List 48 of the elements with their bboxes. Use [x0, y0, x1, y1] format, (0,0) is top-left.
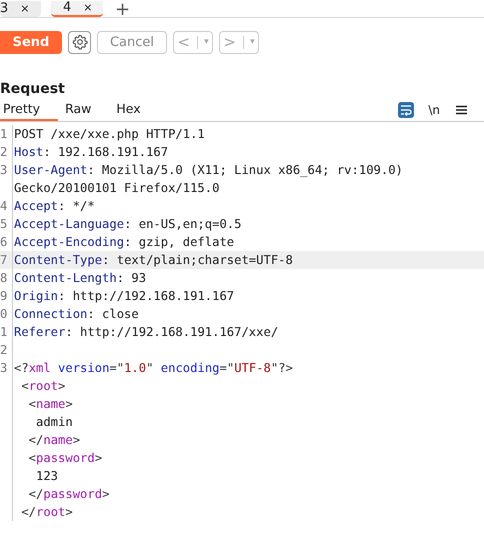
code-line: Content-Length: 93: [14, 271, 146, 285]
view-tab[interactable]: Raw: [62, 99, 110, 121]
code-line: User-Agent: Mozilla/5.0 (X11; Linux x86_64; rv:109.0): [14, 163, 403, 177]
settings-icon: [72, 34, 88, 50]
code-line: Accept-Language: en-US,en;q=0.5: [14, 217, 242, 231]
code-line: </password>: [28, 487, 110, 501]
settings-button[interactable]: [68, 30, 91, 54]
panel-title: Request: [0, 81, 66, 99]
code-line: Origin: http://192.168.191.167: [14, 289, 234, 303]
line-number: 2: [0, 145, 8, 159]
close-icon[interactable]: ×: [20, 3, 30, 15]
line-number: 9: [0, 289, 8, 303]
wrap-lines-button[interactable]: [398, 102, 414, 118]
line-number: 1: [0, 325, 8, 339]
code-line: Accept-Encoding: gzip, deflate: [14, 235, 234, 249]
code-line: <name>: [28, 397, 73, 411]
code-line: <?xml version="1.0" encoding="UTF-8"?>: [14, 361, 293, 375]
code-line: </root>: [20, 505, 73, 519]
code-line: </name>: [28, 433, 80, 447]
line-number: 3: [0, 361, 8, 375]
code-line: POST /xxe/xxe.php HTTP/1.1: [14, 127, 205, 141]
code-line: Referer: http://192.168.191.167/xxe/: [14, 325, 278, 339]
close-icon[interactable]: ×: [83, 2, 92, 14]
line-number: 1: [0, 127, 8, 141]
line-number: 0: [0, 307, 8, 321]
line-number: 2: [0, 343, 8, 357]
code-line: <password>: [28, 451, 102, 465]
menu-icon[interactable]: [456, 105, 467, 115]
line-number: 3: [0, 163, 8, 177]
newline-toggle[interactable]: \n: [428, 103, 440, 117]
code-line: Content-Type: text/plain;charset=UTF-8: [14, 253, 293, 267]
view-tab[interactable]: Hex: [113, 99, 159, 121]
session-tab[interactable]: 3 ×: [0, 1, 41, 17]
line-number: 5: [0, 217, 8, 231]
line-number: 4: [0, 199, 8, 213]
code-line: <root>: [20, 379, 66, 393]
line-number: 7: [0, 253, 8, 267]
code-line: Host: 192.168.191.167: [14, 145, 168, 159]
code-line: Gecko/20100101 Firefox/115.0: [14, 181, 220, 195]
line-number: 8: [0, 271, 8, 285]
view-tab[interactable]: Pretty: [0, 99, 58, 121]
line-number: 6: [0, 235, 8, 249]
code-line: admin: [35, 415, 73, 429]
code-line: Connection: close: [14, 307, 139, 321]
code-line: 123: [35, 469, 58, 483]
session-tab[interactable]: 4 ×: [51, 1, 103, 17]
new-tab-button[interactable]: +: [115, 3, 130, 17]
code-line: Accept: */*: [14, 199, 95, 213]
